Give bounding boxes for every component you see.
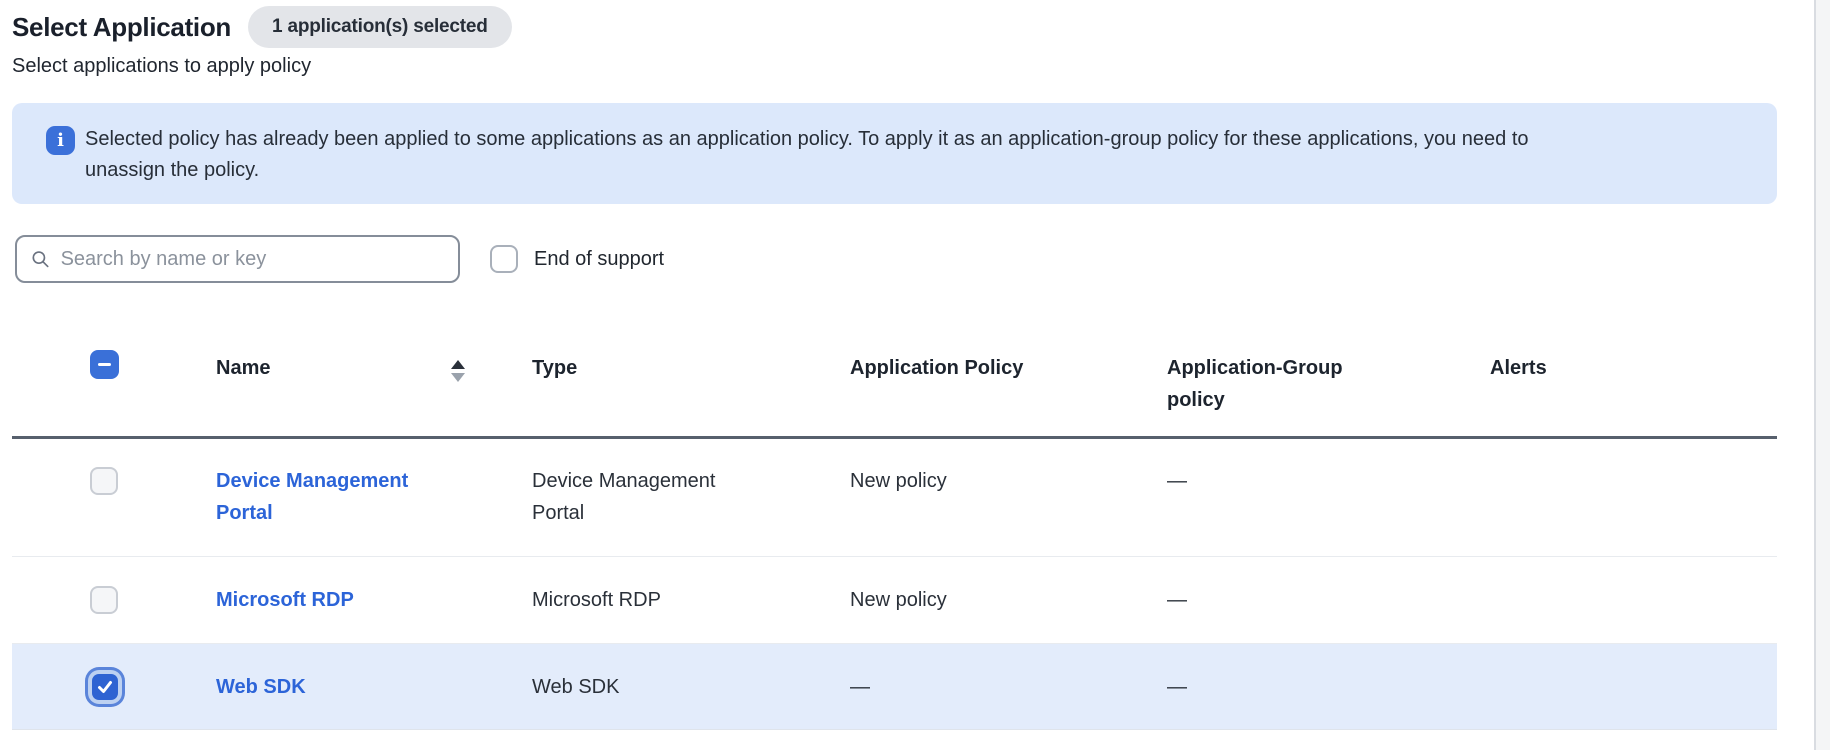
end-of-support-checkbox[interactable] [490, 245, 518, 273]
table-row-selected: Web SDK Web SDK — — [12, 644, 1777, 730]
application-group-policy-value: — [1167, 589, 1187, 611]
info-icon: i [46, 126, 75, 155]
application-policy-value: New policy [850, 589, 947, 611]
select-all-checkbox[interactable] [90, 350, 119, 379]
application-group-policy-value: — [1167, 675, 1187, 698]
row-checkbox[interactable] [90, 467, 118, 495]
sort-ascending-arrow-icon [451, 360, 465, 369]
select-application-panel: Select Application 1 application(s) sele… [0, 0, 1830, 750]
table-row: Microsoft RDP Microsoft RDP New policy — [12, 557, 1777, 644]
page-title: Select Application [12, 11, 232, 42]
table-controls: End of support [12, 235, 1814, 283]
application-policy-value: New policy [850, 470, 947, 492]
table-row: Device Management Portal Device Manageme… [12, 439, 1777, 557]
checkmark-icon [98, 680, 112, 693]
page-subtitle: Select applications to apply policy [12, 55, 312, 77]
column-header-name[interactable]: Name [216, 339, 532, 436]
application-name-link[interactable]: Device Management Portal [216, 439, 446, 529]
selection-count-badge: 1 application(s) selected [248, 6, 512, 48]
application-type: Web SDK [532, 675, 620, 698]
indeterminate-minus-icon [98, 363, 111, 366]
application-name-link[interactable]: Web SDK [216, 671, 532, 703]
search-icon [32, 251, 49, 268]
row-checkbox-cell [12, 673, 216, 700]
application-type: Device Management Portal [532, 470, 716, 524]
title-row: Select Application 1 application(s) sele… [12, 6, 1814, 48]
column-header-application-group-policy: Application-Group policy [1167, 357, 1343, 411]
sort-descending-arrow-icon [451, 373, 465, 382]
select-all-cell [12, 339, 216, 436]
column-header-type: Type [532, 357, 578, 379]
panel-content: Select Application 1 application(s) sele… [0, 0, 1816, 750]
application-group-policy-value: — [1167, 470, 1187, 492]
search-box[interactable] [15, 235, 460, 283]
column-header-alerts: Alerts [1490, 357, 1547, 379]
end-of-support-filter: End of support [490, 245, 664, 273]
row-checkbox-checked[interactable] [92, 673, 118, 700]
column-header-application-policy: Application Policy [850, 357, 1024, 379]
application-name-link[interactable]: Microsoft RDP [216, 584, 532, 616]
info-banner-text: Selected policy has already been applied… [85, 128, 1529, 181]
application-type: Microsoft RDP [532, 589, 661, 611]
row-checkbox-cell [12, 586, 216, 614]
sort-icon[interactable] [451, 360, 465, 382]
column-header-name-label: Name [216, 357, 271, 379]
row-checkbox-cell [12, 439, 216, 495]
alerts-value [1490, 439, 1777, 465]
info-banner: i Selected policy has already been appli… [12, 103, 1777, 204]
table-header: Name Type Application Policy Application… [12, 339, 1777, 439]
page-background-gutter [1816, 0, 1830, 750]
end-of-support-label: End of support [534, 247, 665, 270]
application-policy-value: — [850, 675, 870, 698]
row-checkbox[interactable] [90, 586, 118, 614]
search-input[interactable] [60, 247, 444, 271]
